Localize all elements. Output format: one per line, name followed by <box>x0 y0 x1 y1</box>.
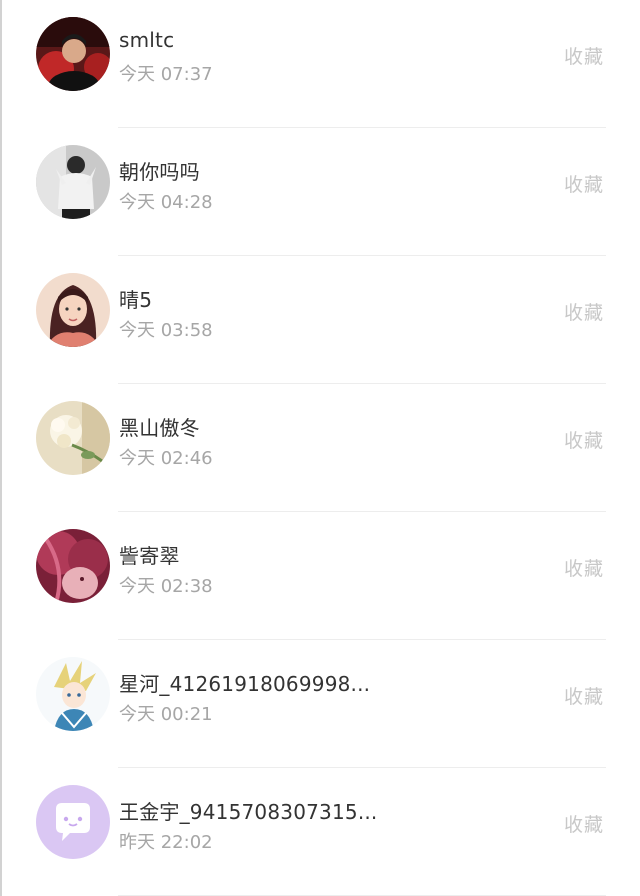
timestamp: 今天 03:58 <box>119 320 213 341</box>
list-item[interactable]: 星河_41261918069998... 今天 00:21 收藏 <box>0 640 640 768</box>
avatar[interactable] <box>36 273 110 347</box>
timestamp: 今天 02:38 <box>119 576 213 597</box>
list-item[interactable]: smltc 今天 07:37 收藏 <box>0 0 640 128</box>
contact-name: 訾寄翠 <box>119 544 180 568</box>
avatar[interactable] <box>36 529 110 603</box>
favorite-button[interactable]: 收藏 <box>564 170 604 197</box>
favorite-button[interactable]: 收藏 <box>564 682 604 709</box>
timestamp: 今天 02:46 <box>119 448 213 469</box>
favorite-button[interactable]: 收藏 <box>564 554 604 581</box>
contact-name: 朝你吗吗 <box>119 160 200 184</box>
avatar[interactable] <box>36 17 110 91</box>
contact-name: 晴5 <box>119 288 153 312</box>
timestamp: 昨天 22:02 <box>119 832 213 853</box>
list-item[interactable]: 晴5 今天 03:58 收藏 <box>0 256 640 384</box>
list-item[interactable]: 訾寄翠 今天 02:38 收藏 <box>0 512 640 640</box>
list-item[interactable]: 黑山傲冬 今天 02:46 收藏 <box>0 384 640 512</box>
avatar[interactable] <box>36 145 110 219</box>
favorite-button[interactable]: 收藏 <box>564 426 604 453</box>
favorite-button[interactable]: 收藏 <box>564 810 604 837</box>
favorite-button[interactable]: 收藏 <box>564 42 604 69</box>
contact-name: smltc <box>119 28 175 52</box>
contact-name: 星河_41261918069998... <box>119 672 371 696</box>
contact-name: 王金宇_9415708307315... <box>119 800 378 824</box>
contact-list: smltc 今天 07:37 收藏 朝你吗吗 今天 04:28 收藏 晴5 今天… <box>0 0 640 896</box>
timestamp: 今天 00:21 <box>119 704 213 725</box>
list-item[interactable]: 王金宇_9415708307315... 昨天 22:02 收藏 <box>0 768 640 896</box>
list-item[interactable]: 朝你吗吗 今天 04:28 收藏 <box>0 128 640 256</box>
avatar[interactable] <box>36 401 110 475</box>
contact-name: 黑山傲冬 <box>119 416 200 440</box>
timestamp: 今天 07:37 <box>119 64 213 85</box>
timestamp: 今天 04:28 <box>119 192 213 213</box>
avatar[interactable] <box>36 657 110 731</box>
avatar[interactable] <box>36 785 110 859</box>
favorite-button[interactable]: 收藏 <box>564 298 604 325</box>
